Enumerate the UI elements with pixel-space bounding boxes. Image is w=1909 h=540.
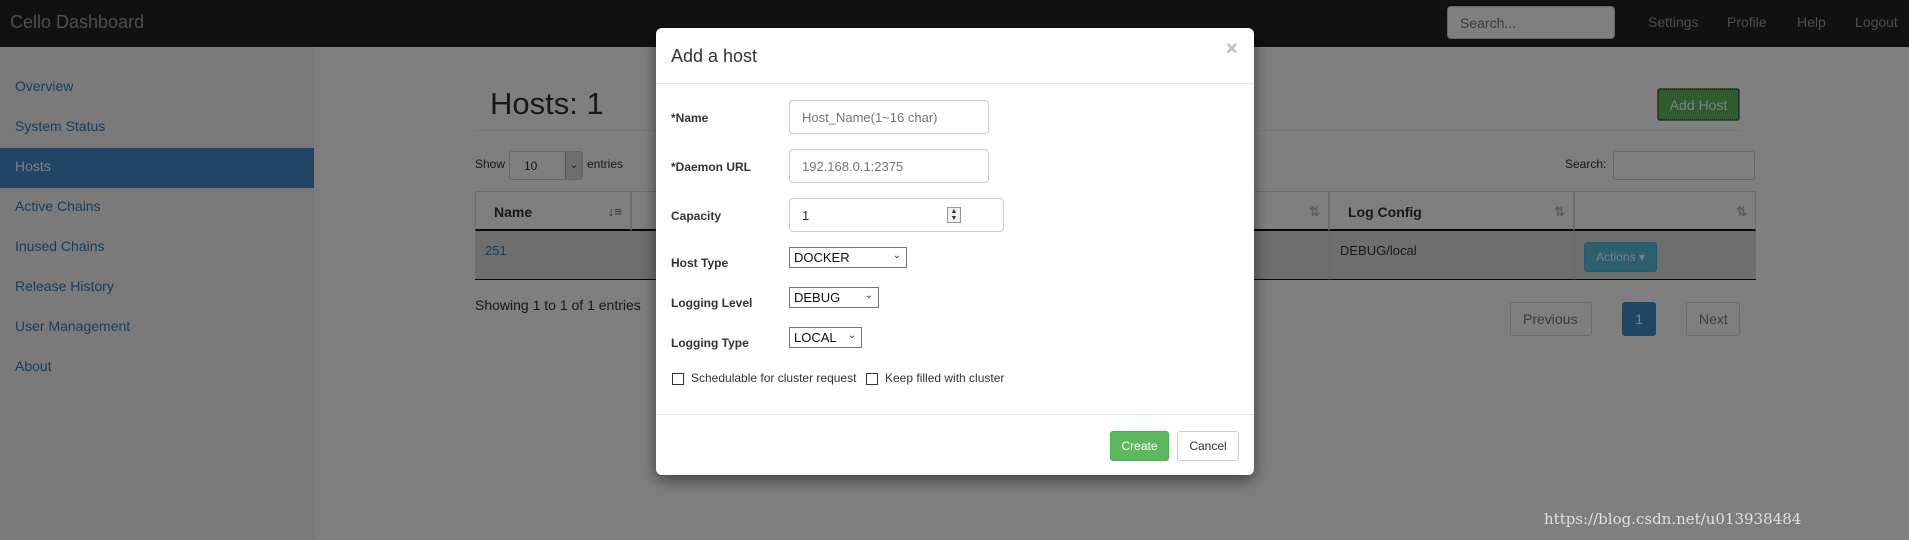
- daemon-url-label: *Daemon URL: [671, 160, 752, 174]
- keep-filled-checkbox[interactable]: [866, 373, 878, 385]
- name-input[interactable]: [789, 100, 989, 134]
- modal-title: Add a host: [671, 46, 758, 66]
- watermark: https://blog.csdn.net/u013938484: [1544, 510, 1802, 528]
- modal-header: Add a host ×: [656, 28, 1254, 84]
- logging-level-select[interactable]: DEBUG ⌄: [789, 287, 879, 308]
- chevron-down-icon: ⌄: [864, 290, 873, 301]
- host-type-label: Host Type: [671, 256, 729, 270]
- close-icon[interactable]: ×: [1226, 38, 1238, 61]
- daemon-url-input[interactable]: [789, 149, 989, 183]
- logging-type-select[interactable]: LOCAL ⌄: [789, 327, 862, 348]
- chevron-down-icon: ⌄: [892, 250, 901, 261]
- capacity-label: Capacity: [671, 209, 722, 223]
- keep-filled-label: Keep filled with cluster: [885, 371, 1005, 385]
- stepper-arrows-icon[interactable]: ▲ ▼: [947, 207, 961, 223]
- create-button[interactable]: Create: [1110, 431, 1169, 461]
- logging-level-label: Logging Level: [671, 296, 753, 310]
- add-host-modal: Add a host × *Name *Daemon URL Capacity …: [656, 28, 1254, 475]
- logging-type-label: Logging Type: [671, 336, 749, 350]
- host-type-select[interactable]: DOCKER ⌄: [789, 247, 907, 268]
- capacity-stepper[interactable]: 1 ▲ ▼: [789, 198, 1004, 232]
- modal-footer-divider: [656, 414, 1254, 415]
- capacity-value: 1: [802, 208, 810, 223]
- chevron-down-icon: ⌄: [847, 330, 856, 341]
- cancel-button[interactable]: Cancel: [1177, 431, 1239, 461]
- schedulable-label: Schedulable for cluster request: [691, 371, 857, 385]
- name-label: *Name: [671, 111, 709, 125]
- schedulable-checkbox[interactable]: [672, 373, 684, 385]
